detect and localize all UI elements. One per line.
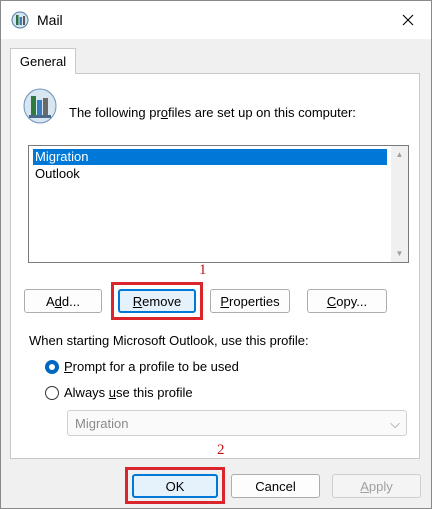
copy-button[interactable]: Copy... bbox=[307, 289, 387, 313]
annotation-label-1: 1 bbox=[199, 262, 207, 278]
radio-always-use-profile[interactable]: Always use this profile bbox=[45, 385, 193, 400]
chevron-down-icon: ⌵ bbox=[390, 416, 400, 431]
properties-button[interactable]: Properties bbox=[210, 289, 290, 313]
scroll-down-icon[interactable]: ▼ bbox=[391, 245, 408, 262]
profile-list[interactable]: Migration Outlook ▲ ▼ bbox=[28, 145, 409, 263]
list-scrollbar[interactable]: ▲ ▼ bbox=[391, 146, 408, 262]
radio-always-label: Always use this profile bbox=[64, 385, 193, 400]
cancel-button[interactable]: Cancel bbox=[231, 474, 320, 498]
add-button[interactable]: Ad d... bbox=[24, 289, 102, 313]
close-icon bbox=[402, 14, 414, 26]
profiles-icon bbox=[23, 88, 57, 124]
scroll-up-icon[interactable]: ▲ bbox=[391, 146, 408, 163]
apply-button: Apply bbox=[332, 474, 421, 498]
annotation-label-2: 2 bbox=[217, 442, 225, 458]
annotation-box-2 bbox=[125, 467, 225, 504]
list-item-outlook[interactable]: Outlook bbox=[33, 166, 387, 182]
tab-general[interactable]: General bbox=[10, 48, 76, 74]
radio-button-unchecked[interactable] bbox=[45, 385, 59, 400]
general-tab-panel: The following profiles are set up on thi… bbox=[10, 73, 420, 459]
radio-prompt-label: Prompt for a profile to be used bbox=[64, 359, 239, 374]
radio-button-checked[interactable] bbox=[45, 359, 59, 374]
profiles-label: The following profiles are set up on thi… bbox=[69, 105, 356, 120]
profile-select-value: Migration bbox=[75, 416, 129, 431]
startup-label: When starting Microsoft Outlook, use thi… bbox=[29, 333, 309, 348]
window-title: Mail bbox=[37, 12, 63, 28]
title-bar: Mail bbox=[1, 1, 431, 39]
radio-prompt-profile[interactable]: Prompt for a profile to be used bbox=[45, 359, 239, 374]
profile-select[interactable]: Migration ⌵ bbox=[67, 410, 407, 436]
annotation-box-1 bbox=[111, 282, 203, 320]
mail-dialog: Mail General The following profiles are … bbox=[0, 0, 432, 509]
close-button[interactable] bbox=[385, 1, 431, 39]
mail-app-icon bbox=[11, 11, 29, 29]
list-item-migration[interactable]: Migration bbox=[33, 149, 387, 165]
